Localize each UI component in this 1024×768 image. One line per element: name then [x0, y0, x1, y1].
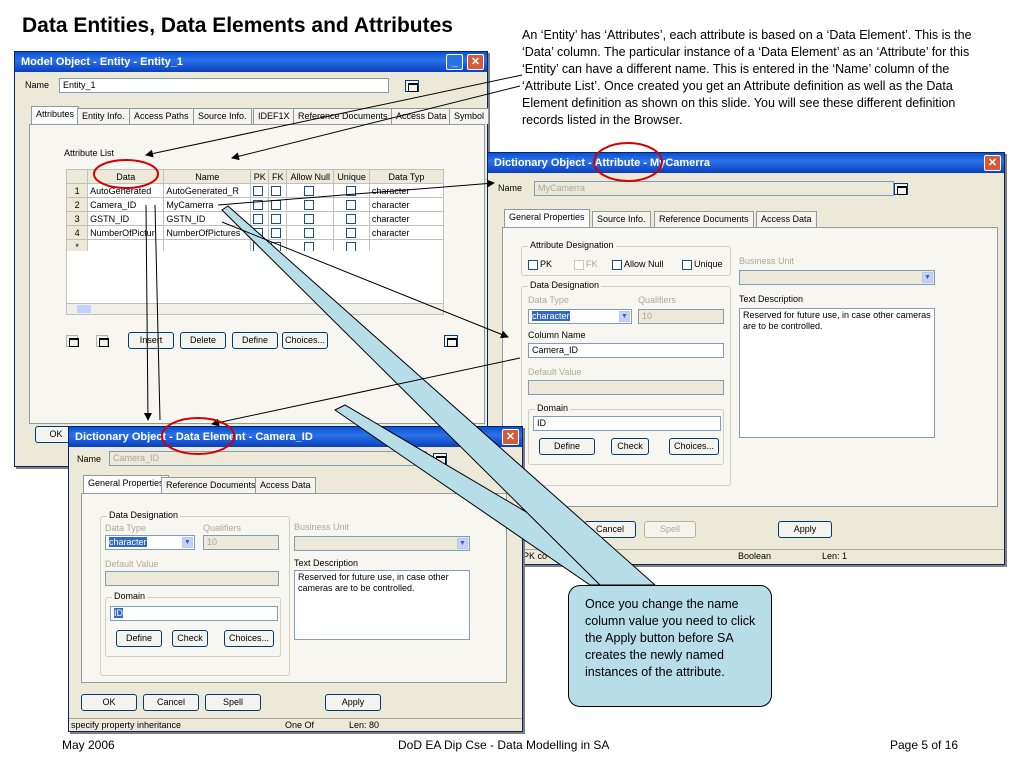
arrow-line: [145, 74, 523, 158]
highlight-circle: [593, 142, 663, 182]
arrow-line: [211, 357, 521, 427]
footer-course: DoD EA Dip Cse - Data Modelling in SA: [398, 738, 610, 752]
callout-pointer-shape: [221, 205, 657, 586]
arrow-line: [231, 85, 521, 161]
highlight-circle: [93, 159, 159, 189]
highlight-circle: [161, 417, 235, 455]
footer-page: Page 5 of 16: [890, 738, 959, 752]
callout-box: Once you change the name column value yo…: [568, 585, 772, 707]
arrow-line: [221, 221, 509, 339]
arrow-line: [143, 204, 152, 421]
arrow-line: [154, 204, 161, 421]
arrow-line: [217, 179, 495, 206]
annotation-overlay: [93, 74, 663, 586]
footer-date: May 2006: [62, 738, 115, 752]
